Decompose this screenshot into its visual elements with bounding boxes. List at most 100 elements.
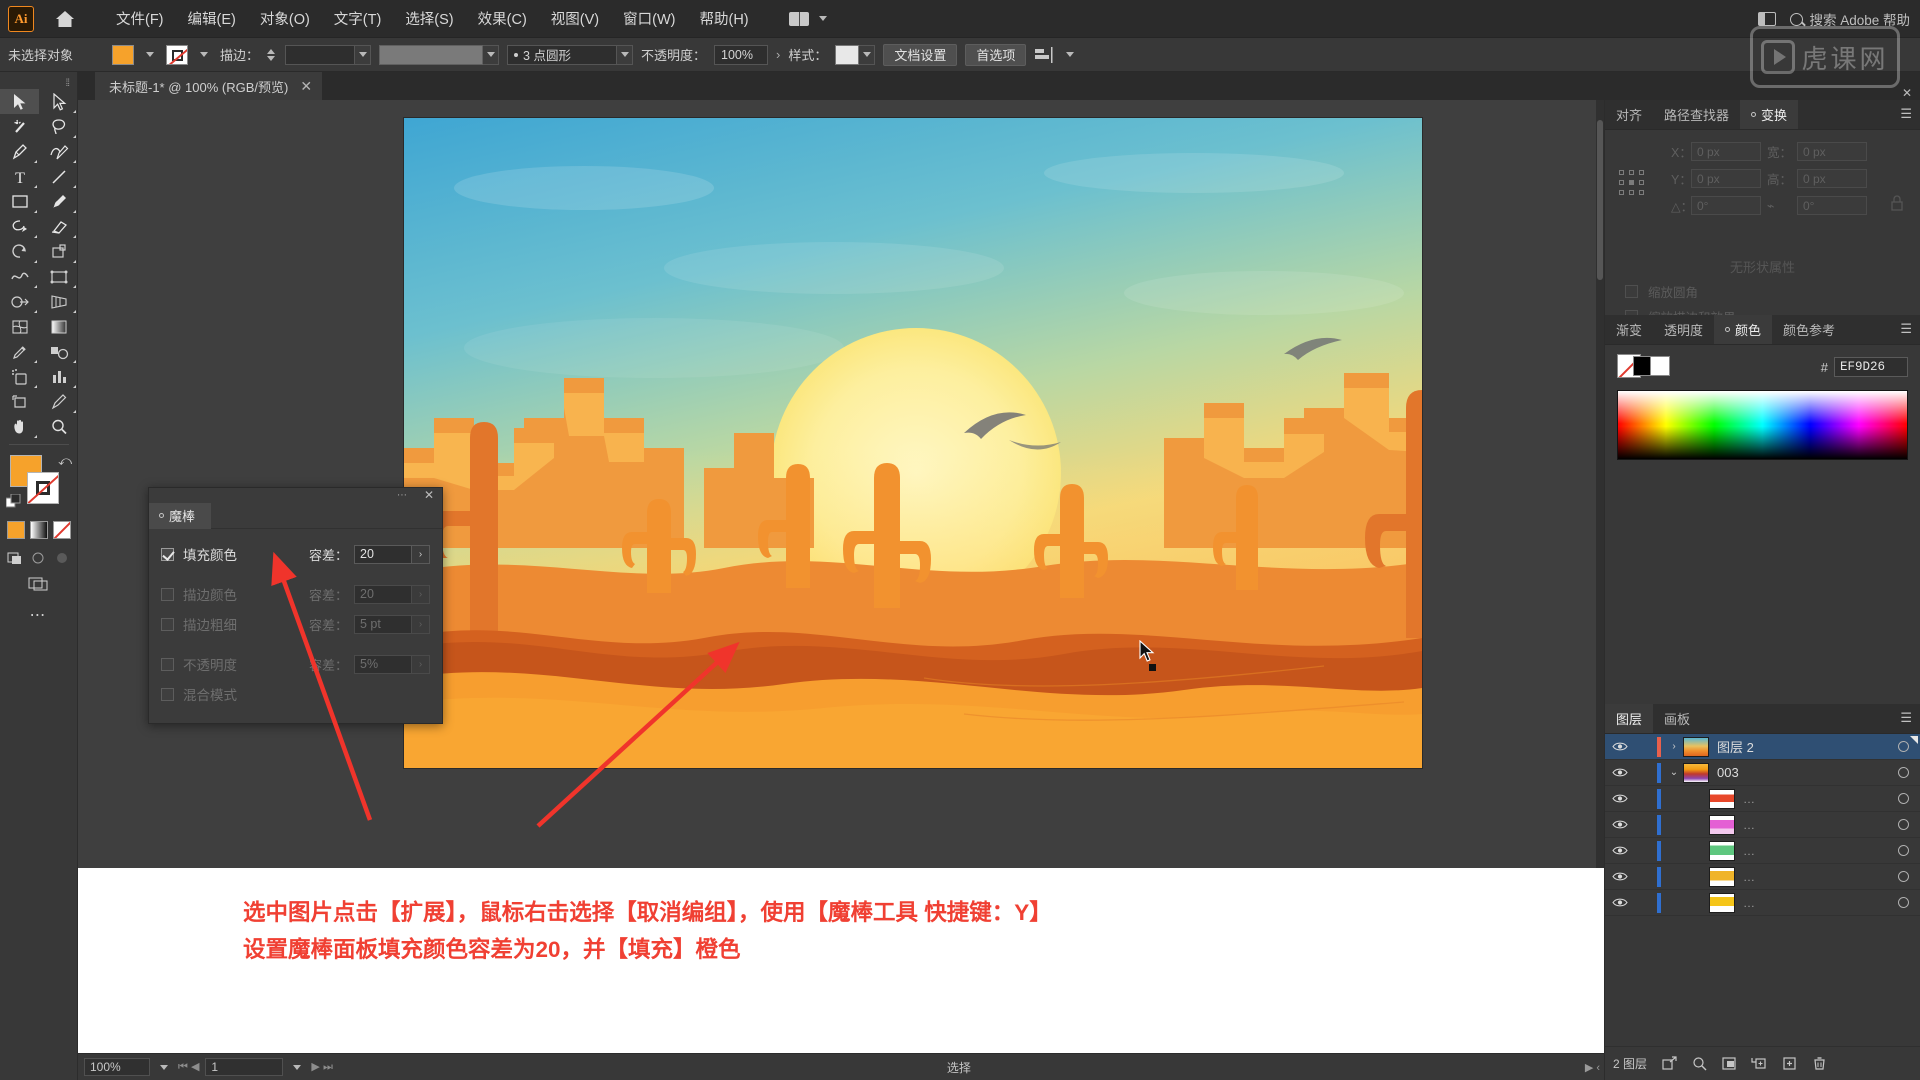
create-sublayer-icon[interactable] <box>1751 1056 1767 1072</box>
tab-artboards[interactable]: 画板 <box>1653 704 1702 733</box>
stroke-tolerance-flyout-icon[interactable]: › <box>412 584 430 604</box>
document-tab[interactable]: 未标题-1* @ 100% (RGB/预览) ✕ <box>95 72 324 100</box>
mw-row-stroke-color[interactable]: 描边颜色 容差： 20 › <box>161 579 430 609</box>
direct-selection-tool[interactable] <box>39 89 78 114</box>
rotate-tool[interactable] <box>0 239 39 264</box>
gradient-tool[interactable] <box>39 314 78 339</box>
magic-wand-tool[interactable] <box>0 114 39 139</box>
tab-magic-wand[interactable]: 魔棒 <box>149 502 212 529</box>
rectangle-tool[interactable] <box>0 189 39 214</box>
tab-pathfinder[interactable]: 路径查找器 <box>1653 100 1741 129</box>
align-chevron-down-icon[interactable] <box>1066 52 1075 57</box>
panel-drag-handle[interactable]: ⋯ <box>397 490 408 501</box>
locate-object-icon[interactable] <box>1661 1056 1677 1072</box>
table-row[interactable]: … <box>1605 890 1920 916</box>
menu-item-object[interactable]: 对象(O) <box>248 2 322 35</box>
tab-color-guide[interactable]: 颜色参考 <box>1772 315 1847 344</box>
checkbox-stroke-color[interactable] <box>161 587 174 601</box>
scale-tool[interactable] <box>39 239 78 264</box>
drawing-mode-normal-icon[interactable] <box>7 551 23 565</box>
drawing-mode-inside-icon[interactable] <box>55 551 71 565</box>
blend-tool[interactable] <box>39 339 78 364</box>
artboard-tool[interactable] <box>0 389 39 414</box>
magic-wand-panel[interactable]: ⋯ ✕ 魔棒 填充颜色 容差： 20 › 描边颜色 容差： 20 › 描边粗细 … <box>148 487 443 724</box>
gradient-mode-button[interactable] <box>29 521 48 539</box>
eyedropper-tool[interactable] <box>0 339 39 364</box>
close-icon[interactable]: ✕ <box>1902 86 1912 100</box>
brush-definition-combo[interactable]: 3 点圆形 <box>507 44 634 65</box>
curvature-tool[interactable] <box>39 139 78 164</box>
menu-item-view[interactable]: 视图(V) <box>539 2 611 35</box>
input-opacity-tolerance[interactable]: 5% <box>354 654 412 674</box>
free-transform-tool[interactable] <box>39 264 78 289</box>
close-icon[interactable]: ✕ <box>300 78 312 95</box>
table-row[interactable]: › 图层 2 <box>1605 734 1920 760</box>
target-indicator[interactable] <box>1886 767 1920 778</box>
selection-tool[interactable] <box>0 89 39 114</box>
zoom-level-input[interactable]: 100% <box>84 1058 150 1076</box>
tab-layers[interactable]: 图层 <box>1605 704 1654 733</box>
document-setup-button[interactable]: 文档设置 <box>883 43 958 66</box>
target-indicator[interactable] <box>1886 819 1920 830</box>
align-icon[interactable] <box>1034 46 1054 63</box>
white-swatch[interactable] <box>1650 356 1670 376</box>
table-row[interactable]: ⌄ 003 <box>1605 760 1920 786</box>
layers-list[interactable]: › 图层 2 ⌄ 003 … … … … … <box>1605 734 1920 1046</box>
layer-name[interactable]: … <box>1743 896 1886 910</box>
table-row[interactable]: … <box>1605 838 1920 864</box>
expander-icon[interactable]: › <box>1665 741 1683 752</box>
reference-point-selector[interactable] <box>1619 170 1645 196</box>
mw-row-stroke-weight[interactable]: 描边粗细 容差： 5 pt › <box>161 609 430 639</box>
mw-row-opacity[interactable]: 不透明度 容差： 5% › <box>161 649 430 679</box>
zoom-tool[interactable] <box>39 414 78 439</box>
lasso-tool[interactable] <box>39 114 78 139</box>
artboard-chevron-down-icon[interactable] <box>293 1064 302 1070</box>
panel-menu-icon[interactable]: ☰ <box>1900 107 1912 120</box>
menu-item-help[interactable]: 帮助(H) <box>687 2 760 35</box>
scale-corners-row[interactable]: 缩放圆角 <box>1625 282 1906 301</box>
stroke-profile-input[interactable] <box>379 44 484 65</box>
none-mode-button[interactable] <box>52 521 71 539</box>
magic-wand-titlebar[interactable]: ⋯ ✕ <box>149 488 442 503</box>
make-clipping-mask-icon[interactable] <box>1721 1056 1737 1072</box>
arrange-documents-icon[interactable] <box>1758 12 1777 26</box>
stroke-profile-combo[interactable] <box>379 44 500 65</box>
checkbox-scale-corners[interactable] <box>1625 285 1638 298</box>
tab-align[interactable]: 对齐 <box>1605 100 1654 129</box>
column-graph-tool[interactable] <box>39 364 78 389</box>
input-rotate[interactable]: 0° <box>1691 196 1761 215</box>
visibility-icon[interactable] <box>1605 819 1635 830</box>
artboard-number-input[interactable]: 1 <box>205 1058 284 1076</box>
layer-name[interactable]: 图层 2 <box>1717 737 1886 756</box>
close-icon[interactable]: ✕ <box>424 488 434 502</box>
menu-item-effect[interactable]: 效果(C) <box>466 2 539 35</box>
checkbox-blending-mode[interactable] <box>161 687 174 701</box>
zoom-chevron-down-icon[interactable] <box>160 1064 168 1070</box>
hand-tool[interactable] <box>0 414 39 439</box>
status-flyout-icon[interactable]: ▶ ‹ <box>1585 1061 1600 1074</box>
visibility-icon[interactable] <box>1605 871 1635 882</box>
create-new-layer-icon[interactable] <box>1781 1056 1797 1072</box>
home-icon[interactable] <box>48 2 82 36</box>
toolbox-stroke-swatch[interactable] <box>27 472 59 504</box>
table-row[interactable]: … <box>1605 864 1920 890</box>
slice-tool[interactable] <box>39 389 78 414</box>
menu-item-file[interactable]: 文件(F) <box>104 2 176 35</box>
mesh-tool[interactable] <box>0 314 39 339</box>
input-x[interactable]: 0 px <box>1691 142 1761 161</box>
stroke-weight-stepper[interactable] <box>267 48 276 61</box>
type-tool[interactable]: T <box>0 164 39 189</box>
screen-mode-toggle[interactable] <box>0 575 77 591</box>
opacity-tolerance-flyout-icon[interactable]: › <box>412 654 430 674</box>
delete-layer-icon[interactable] <box>1811 1056 1827 1072</box>
target-indicator[interactable] <box>1886 871 1920 882</box>
layer-name[interactable]: … <box>1743 792 1886 806</box>
input-height[interactable]: 0 px <box>1797 169 1867 188</box>
brush-definition-value[interactable]: 3 点圆形 <box>507 44 618 65</box>
layer-name[interactable]: … <box>1743 818 1886 832</box>
checkbox-opacity[interactable] <box>161 657 174 671</box>
menu-item-select[interactable]: 选择(S) <box>393 2 465 35</box>
stroke-color-swatch[interactable] <box>166 44 188 65</box>
mw-row-fill-color[interactable]: 填充颜色 容差： 20 › <box>161 539 430 569</box>
input-fill-tolerance[interactable]: 20 <box>354 544 412 564</box>
